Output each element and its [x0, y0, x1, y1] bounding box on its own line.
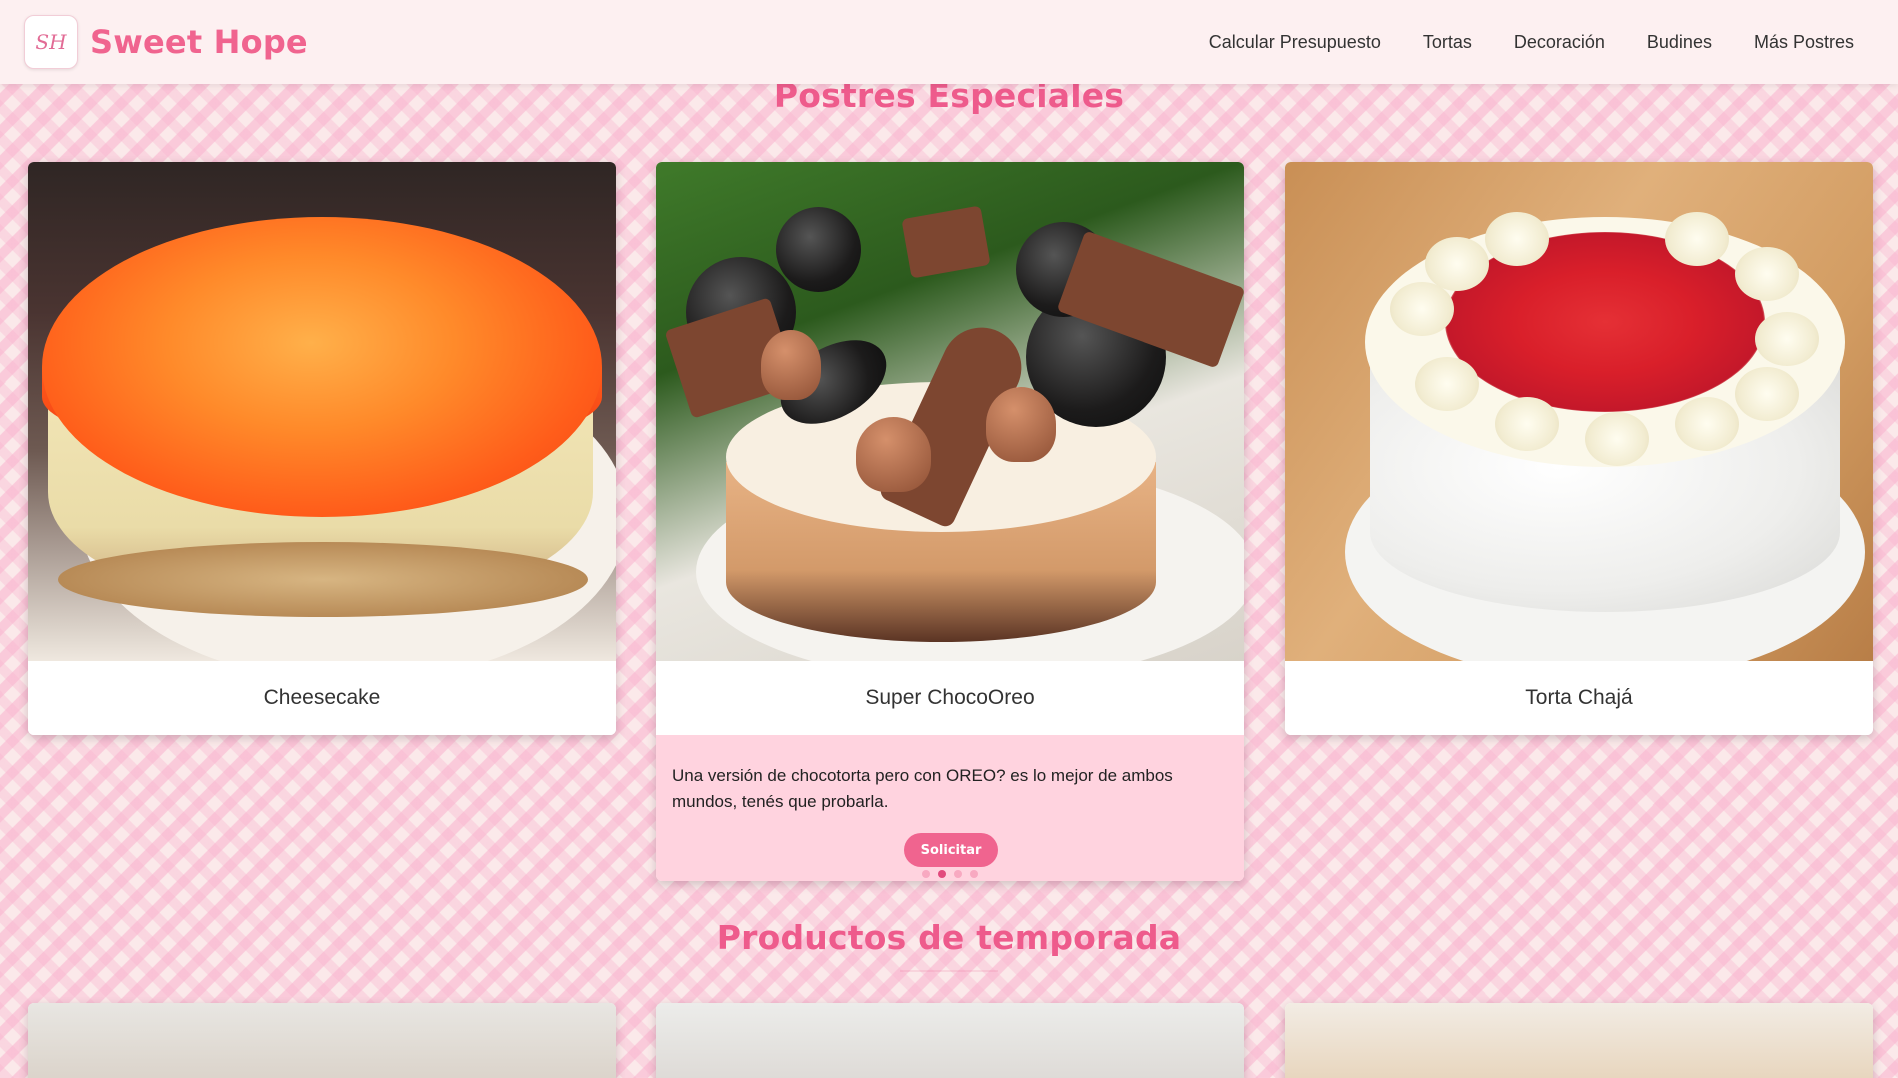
carousel-dot-active[interactable] — [938, 870, 946, 878]
logo-mark: SH — [35, 30, 67, 54]
cream-rose-shape — [1495, 397, 1559, 451]
brand-name[interactable]: Sweet Hope — [90, 23, 308, 61]
section-title-temporada: Productos de temporada — [716, 918, 1182, 957]
card-super-chocooreo[interactable]: Super ChocoOreo Una versión de chocotort… — [656, 162, 1244, 881]
nav-links: Calcular Presupuesto Tortas Decoración B… — [1209, 32, 1854, 53]
cream-rose-shape — [1735, 247, 1799, 301]
cream-rose-shape — [1425, 237, 1489, 291]
card-description-text: Una versión de chocotorta pero con OREO?… — [672, 766, 1173, 811]
nav-link-tortas[interactable]: Tortas — [1423, 32, 1472, 53]
card-image-super-chocooreo[interactable] — [656, 162, 1244, 661]
cream-rose-shape — [1585, 412, 1649, 466]
oreo-cookie-shape — [776, 207, 861, 292]
card-image-temporada-1[interactable] — [28, 1003, 616, 1078]
brand[interactable]: SH Sweet Hope — [24, 15, 308, 69]
jelly-top-shape — [42, 217, 602, 517]
ganache-swirl-shape — [856, 417, 931, 492]
card-description-panel: Una versión de chocotorta pero con OREO?… — [656, 735, 1244, 881]
cream-rose-shape — [1485, 212, 1549, 266]
cream-rose-shape — [1665, 212, 1729, 266]
carousel-dot[interactable] — [922, 870, 930, 878]
carousel-dot[interactable] — [970, 870, 978, 878]
card-torta-chaja[interactable]: Torta Chajá — [1285, 162, 1873, 735]
cream-rose-shape — [1390, 282, 1454, 336]
card-image-cheesecake[interactable] — [28, 162, 616, 661]
brand-logo[interactable]: SH — [24, 15, 78, 69]
carousel-dot[interactable] — [954, 870, 962, 878]
card-title-cheesecake: Cheesecake — [28, 661, 616, 735]
card-title-super-chocooreo: Super ChocoOreo — [656, 661, 1244, 735]
card-image-torta-chaja[interactable] — [1285, 162, 1873, 661]
nav-link-budines[interactable]: Budines — [1647, 32, 1712, 53]
nav-link-calcular-presupuesto[interactable]: Calcular Presupuesto — [1209, 32, 1381, 53]
section-title-underline — [900, 970, 998, 972]
card-temporada-1[interactable] — [28, 1003, 616, 1078]
card-title-torta-chaja: Torta Chajá — [1285, 661, 1873, 735]
card-temporada-2[interactable] — [656, 1003, 1244, 1078]
carousel-dots — [656, 870, 1244, 878]
card-temporada-3[interactable] — [1285, 1003, 1873, 1078]
cream-rose-shape — [1415, 357, 1479, 411]
navbar: SH Sweet Hope Calcular Presupuesto Torta… — [0, 0, 1898, 84]
solicitar-button[interactable]: Solicitar — [904, 833, 998, 867]
card-cheesecake[interactable]: Cheesecake — [28, 162, 616, 735]
cream-rose-shape — [1675, 397, 1739, 451]
ganache-swirl-shape — [986, 387, 1056, 462]
biscuit-shape — [901, 205, 991, 279]
ganache-swirl-shape — [761, 330, 821, 400]
nav-link-mas-postres[interactable]: Más Postres — [1754, 32, 1854, 53]
cream-rose-shape — [1735, 367, 1799, 421]
crust-shape — [58, 542, 588, 617]
card-image-temporada-2[interactable] — [656, 1003, 1244, 1078]
cream-rose-shape — [1755, 312, 1819, 366]
card-image-temporada-3[interactable] — [1285, 1003, 1873, 1078]
nav-link-decoracion[interactable]: Decoración — [1514, 32, 1605, 53]
